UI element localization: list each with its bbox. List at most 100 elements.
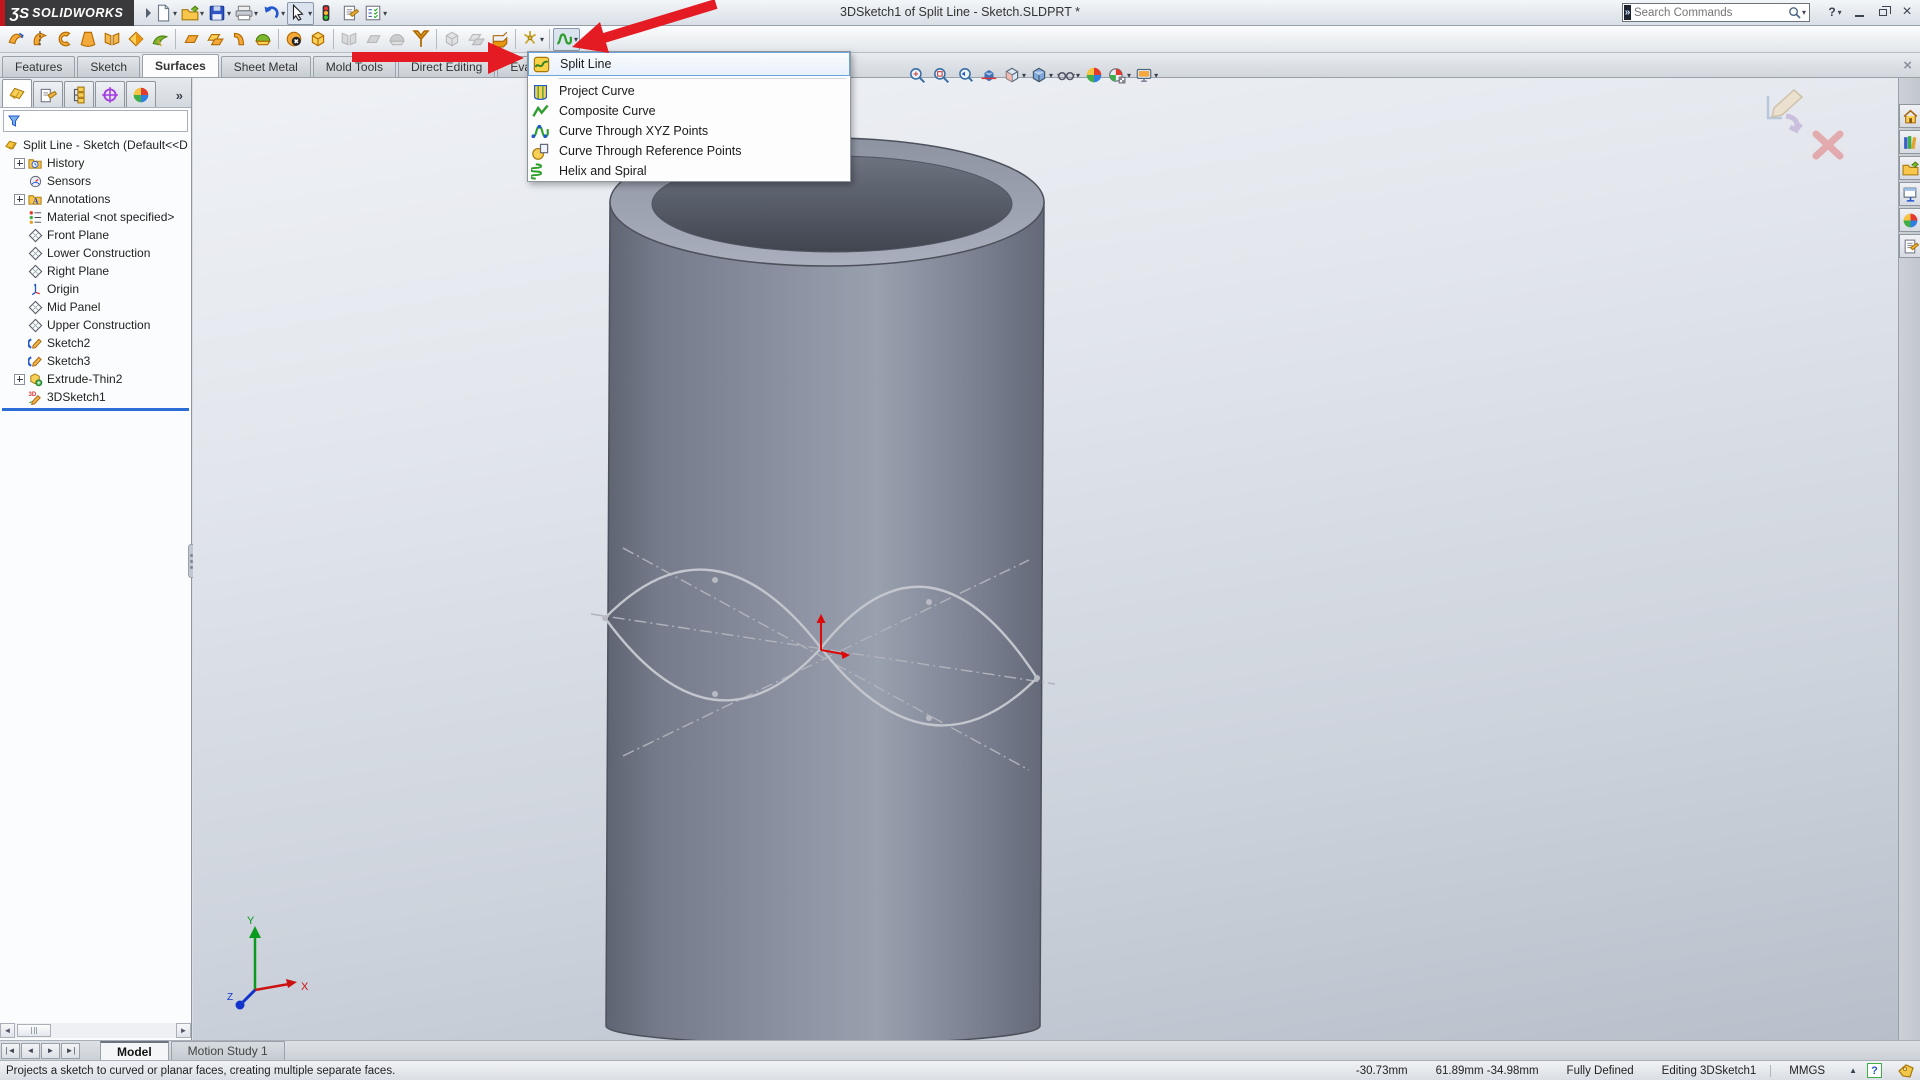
tree-item-right-plane[interactable]: Right Plane — [0, 262, 191, 280]
propertymanager-tab[interactable] — [33, 81, 63, 107]
offset-surface-button[interactable] — [203, 28, 227, 51]
section-view-button[interactable] — [977, 63, 1001, 87]
tree-filter-bar[interactable] — [3, 110, 188, 132]
commandmanager-close-icon[interactable]: × — [1903, 57, 1912, 74]
model-cylinder[interactable] — [193, 78, 1898, 1040]
revolved-surface-button[interactable] — [28, 28, 52, 51]
tree-item-sketch2[interactable]: Sketch2 — [0, 334, 191, 352]
dimxpertmanager-tab[interactable] — [95, 81, 125, 107]
tree-item-split-line-sketch-default-d[interactable]: Split Line - Sketch (Default<<D — [0, 136, 191, 154]
rollback-bar[interactable] — [2, 408, 189, 411]
tree-item-material-not-specified[interactable]: Material <not specified> — [0, 208, 191, 226]
surface-flatten-button[interactable] — [251, 28, 275, 51]
restore-button[interactable] — [1874, 3, 1892, 21]
undo-button[interactable]: ▾ — [260, 2, 287, 25]
filled-surface-button[interactable] — [124, 28, 148, 51]
scrollbar-thumb[interactable] — [17, 1024, 51, 1037]
view-orientation-button[interactable]: ▾ — [1001, 63, 1028, 87]
units-dropdown-arrow[interactable]: ▲ — [1839, 1066, 1867, 1075]
ruled-surface-button[interactable] — [227, 28, 251, 51]
quick-tips-icon[interactable]: ? — [1867, 1063, 1882, 1078]
tree-item-extrude-thin2[interactable]: Extrude-Thin2 — [0, 370, 191, 388]
tree-item-sketch3[interactable]: Sketch3 — [0, 352, 191, 370]
menu-item-curve-through-xyz-points[interactable]: Curve Through XYZ Points — [528, 121, 850, 141]
reference-geometry-button[interactable]: ▾ — [519, 28, 546, 51]
expand-icon[interactable] — [14, 194, 25, 205]
zoom-to-area-button[interactable] — [929, 63, 953, 87]
select-tool-button[interactable]: ▾ — [287, 2, 314, 25]
minimize-button[interactable] — [1850, 3, 1868, 21]
boundary-surface-button[interactable] — [100, 28, 124, 51]
rebuild-button[interactable] — [314, 2, 338, 25]
exit-sketch-icon[interactable] — [1768, 90, 1802, 130]
tab-nav-1[interactable]: ◄ — [21, 1043, 40, 1059]
extruded-surface-button[interactable] — [4, 28, 28, 51]
open-document-button[interactable]: ▾ — [179, 2, 206, 25]
view-orientation-dropdown-arrow[interactable]: ▾ — [1022, 71, 1026, 80]
hide-show-items-button[interactable]: ▾ — [1055, 63, 1082, 87]
curves-button[interactable]: ▾ — [553, 28, 580, 51]
new-document-button[interactable]: ▾ — [152, 2, 179, 25]
tree-item-sensors[interactable]: Sensors — [0, 172, 191, 190]
view-palette-tab[interactable] — [1899, 182, 1920, 206]
panel-horizontal-scrollbar[interactable]: ◄ ► — [0, 1023, 191, 1038]
display-style-button[interactable]: ▾ — [1028, 63, 1055, 87]
search-options-dropdown[interactable]: ▾ — [1801, 8, 1809, 17]
new-document-dropdown-arrow[interactable]: ▾ — [173, 9, 177, 18]
apply-scene-dropdown-arrow[interactable]: ▾ — [1127, 71, 1131, 80]
print-document-dropdown-arrow[interactable]: ▾ — [254, 9, 258, 18]
tab-nav-3[interactable]: ►| — [61, 1043, 80, 1059]
displaymanager-tab[interactable] — [126, 81, 156, 107]
print-document-button[interactable]: ▾ — [233, 2, 260, 25]
view-settings-dropdown-arrow[interactable]: ▾ — [1154, 71, 1158, 80]
tree-item-history[interactable]: History — [0, 154, 191, 172]
panel-tabs-overflow-chevron[interactable]: » — [176, 88, 189, 107]
cancel-sketch-icon[interactable] — [1816, 134, 1840, 156]
swept-surface-button[interactable] — [52, 28, 76, 51]
untrim-surface-button[interactable] — [409, 28, 433, 51]
view-settings-button[interactable]: ▾ — [1133, 63, 1160, 87]
tab-surfaces[interactable]: Surfaces — [142, 54, 219, 77]
featuremanager-tab[interactable] — [2, 79, 32, 107]
tree-item-mid-panel[interactable]: Mid Panel — [0, 298, 191, 316]
search-icon[interactable] — [1788, 6, 1801, 19]
close-button[interactable]: × — [1898, 3, 1916, 21]
scroll-left-icon[interactable]: ◄ — [0, 1023, 15, 1038]
tab-sheet-metal[interactable]: Sheet Metal — [221, 56, 311, 77]
tab-nav-0[interactable]: |◄ — [1, 1043, 20, 1059]
configurationmanager-tab[interactable] — [64, 81, 94, 107]
menu-item-project-curve[interactable]: Project Curve — [528, 81, 850, 101]
open-document-dropdown-arrow[interactable]: ▾ — [200, 9, 204, 18]
home-tab[interactable] — [1899, 104, 1920, 128]
apply-scene-button[interactable]: ▾ — [1106, 63, 1133, 87]
tab-features[interactable]: Features — [2, 56, 75, 77]
appearances-tab[interactable] — [1899, 208, 1920, 232]
menu-item-curve-through-reference-points[interactable]: Curve Through Reference Points — [528, 141, 850, 161]
search-scope-icon[interactable]: » — [1624, 5, 1631, 20]
options-button[interactable]: ▾ — [362, 2, 389, 25]
save-document-button[interactable]: ▾ — [206, 2, 233, 25]
tree-item-lower-construction[interactable]: Lower Construction — [0, 244, 191, 262]
reference-geometry-dropdown-arrow[interactable]: ▾ — [540, 35, 544, 44]
save-document-dropdown-arrow[interactable]: ▾ — [227, 9, 231, 18]
tree-item-annotations[interactable]: AAnnotations — [0, 190, 191, 208]
tab-mold-tools[interactable]: Mold Tools — [313, 56, 396, 77]
zoom-to-fit-button[interactable] — [905, 63, 929, 87]
search-commands-box[interactable]: » ▾ — [1622, 3, 1810, 22]
tab-direct-editing[interactable]: Direct Editing — [398, 56, 495, 77]
tree-item-front-plane[interactable]: Front Plane — [0, 226, 191, 244]
expand-icon[interactable] — [14, 158, 25, 169]
custom-properties-tab[interactable] — [1899, 234, 1920, 258]
expand-icon[interactable] — [14, 374, 25, 385]
menu-item-split-line[interactable]: Split Line — [528, 52, 850, 76]
file-explorer-tab[interactable] — [1899, 156, 1920, 180]
curves-dropdown-arrow[interactable]: ▾ — [574, 35, 578, 44]
help-button[interactable]: ?▾ — [1826, 3, 1844, 21]
tab-nav-2[interactable]: ► — [41, 1043, 60, 1059]
hide-show-items-dropdown-arrow[interactable]: ▾ — [1076, 71, 1080, 80]
planar-surface-button[interactable] — [179, 28, 203, 51]
tree-item-origin[interactable]: Origin — [0, 280, 191, 298]
bottom-tab-motion-study-1[interactable]: Motion Study 1 — [171, 1041, 285, 1060]
tab-sketch[interactable]: Sketch — [77, 56, 140, 77]
design-library-tab[interactable] — [1899, 130, 1920, 154]
